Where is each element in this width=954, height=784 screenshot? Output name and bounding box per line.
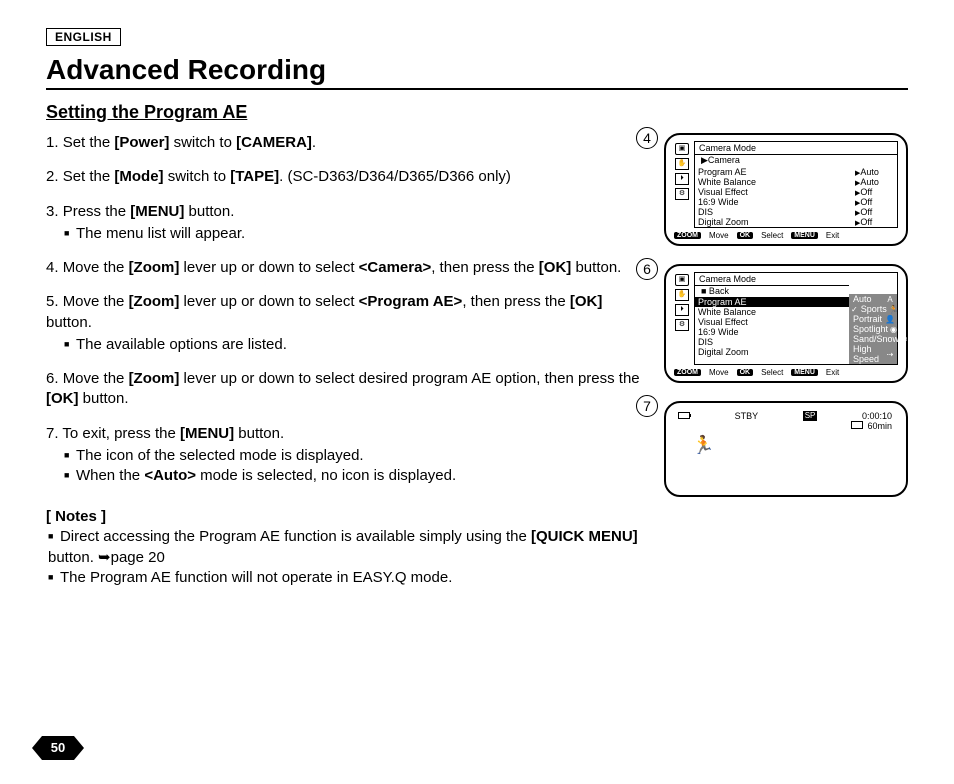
osd-menu-title: Camera Mode [695, 273, 849, 286]
gear-icon: ⚙ [675, 188, 689, 200]
hint-select: Select [761, 231, 783, 240]
zoom-pill: ZOOM [674, 232, 701, 239]
osd-option-column: AutoASports🏃Portrait👤Spotlight◉Sand/Snow… [849, 294, 897, 364]
notes-list: Direct accessing the Program AE function… [46, 527, 646, 588]
step-item: 7. To exit, press the [MENU] button.The … [46, 424, 646, 487]
step-item: 6. Move the [Zoom] lever up or down to s… [46, 369, 646, 410]
ok-pill: OK [737, 369, 754, 376]
notes-heading: [ Notes ] [46, 508, 646, 525]
osd-menu-row: Visual EffectOff [695, 187, 897, 197]
hand-icon: ✋ [675, 289, 689, 301]
osd-menu-row: DIS [695, 337, 849, 347]
step-ref-circle: 4 [636, 127, 658, 149]
osd-option-row: Sports🏃 [849, 304, 897, 314]
osd-menu-title: Camera Mode [695, 142, 897, 155]
osd-menu-row: Digital Zoom [695, 347, 849, 357]
step-item: 3. Press the [MENU] button.The menu list… [46, 202, 646, 245]
menu-pill: MENU [791, 369, 818, 376]
page-number: 50 [32, 736, 84, 760]
osd-menu-row: Program AEAuto [695, 167, 897, 177]
section-title: Setting the Program AE [46, 102, 908, 123]
step-sub-list: The menu list will appear. [46, 224, 646, 244]
sports-mode-icon: 🏃 [692, 435, 898, 456]
page-number-badge: 50 [32, 736, 84, 760]
hint-exit: Exit [826, 368, 839, 377]
osd-footer-hints: ZOOM Move OK Select MENU Exit [674, 368, 898, 377]
hint-move: Move [709, 368, 729, 377]
osd-option-row: Portrait👤 [849, 314, 897, 324]
chapter-title: Advanced Recording [46, 54, 908, 90]
osd-menu: Camera Mode ■ Back Program AEWhite Balan… [694, 272, 898, 365]
note-item: The Program AE function will not operate… [48, 568, 646, 588]
step-item: 5. Move the [Zoom] lever up or down to s… [46, 292, 646, 355]
screen-illustration-7: 7 STBY SP 0:00:10 60min 🏃 [664, 401, 908, 497]
camcorder-icon: ▣ [675, 274, 689, 286]
tape-icon [851, 421, 863, 429]
osd-footer-hints: ZOOM Move OK Select MENU Exit [674, 231, 898, 240]
osd-option-row: High Speed⇢ [849, 344, 897, 364]
step-ref-circle: 6 [636, 258, 658, 280]
step-list: 1. Set the [Power] switch to [CAMERA]. 2.… [46, 133, 646, 486]
lcd-side-icons: ▣ ✋ ⏵ ⚙ [674, 272, 690, 365]
ok-pill: OK [737, 232, 754, 239]
language-badge: ENGLISH [46, 28, 121, 46]
hint-move: Move [709, 231, 729, 240]
sp-badge: SP [803, 411, 818, 421]
camcorder-icon: ▣ [675, 143, 689, 155]
step-sub-list: The available options are listed. [46, 335, 646, 355]
osd-menu-row: White Balance [695, 307, 849, 317]
osd-menu: Camera Mode ▶Camera Program AEAutoWhite … [694, 141, 898, 228]
illustration-column: 4 ▣ ✋ ⏵ ⚙ Camera Mode ▶Camera Program AE… [664, 133, 908, 588]
osd-menu-row: Visual Effect [695, 317, 849, 327]
standby-label: STBY [735, 411, 759, 421]
osd-option-row: Sand/Snow❄ [849, 334, 897, 344]
osd-menu-row: 16:9 Wide [695, 327, 849, 337]
osd-menu-row: White BalanceAuto [695, 177, 897, 187]
osd-option-row: AutoA [849, 294, 897, 304]
step-item: 4. Move the [Zoom] lever up or down to s… [46, 258, 646, 278]
reel-icon: ⏵ [675, 304, 689, 316]
hand-icon: ✋ [675, 158, 689, 170]
zoom-pill: ZOOM [674, 369, 701, 376]
step-ref-circle: 7 [636, 395, 658, 417]
step-item: 1. Set the [Power] switch to [CAMERA]. [46, 133, 646, 153]
step-sub-item: The icon of the selected mode is display… [64, 446, 646, 466]
tape-remaining: 60min [867, 421, 892, 431]
osd-menu-row: Digital ZoomOff [695, 217, 897, 227]
hint-select: Select [761, 368, 783, 377]
lcd-side-icons: ▣ ✋ ⏵ ⚙ [674, 141, 690, 228]
menu-pill: MENU [791, 232, 818, 239]
screen-illustration-4: 4 ▣ ✋ ⏵ ⚙ Camera Mode ▶Camera Program AE… [664, 133, 908, 246]
osd-menu-subhead: ▶Camera [695, 155, 897, 167]
osd-menu-row: Program AE [695, 297, 849, 307]
step-item: 2. Set the [Mode] switch to [TAPE]. (SC-… [46, 167, 646, 187]
note-item: Direct accessing the Program AE function… [48, 527, 646, 568]
battery-icon [678, 412, 690, 419]
osd-option-row: Spotlight◉ [849, 324, 897, 334]
hint-exit: Exit [826, 231, 839, 240]
instruction-column: 1. Set the [Power] switch to [CAMERA]. 2.… [46, 133, 646, 588]
step-sub-item: The menu list will appear. [64, 224, 646, 244]
reel-icon: ⏵ [675, 173, 689, 185]
osd-menu-row: 16:9 WideOff [695, 197, 897, 207]
step-sub-list: The icon of the selected mode is display… [46, 446, 646, 487]
step-sub-item: When the <Auto> mode is selected, no ico… [64, 466, 646, 486]
gear-icon: ⚙ [675, 319, 689, 331]
osd-menu-row: DISOff [695, 207, 897, 217]
osd-menu-back: ■ Back [695, 286, 849, 297]
screen-illustration-6: 6 ▣ ✋ ⏵ ⚙ Camera Mode ■ Back [664, 264, 908, 383]
timecode: 0:00:10 [862, 411, 892, 421]
step-sub-item: The available options are listed. [64, 335, 646, 355]
